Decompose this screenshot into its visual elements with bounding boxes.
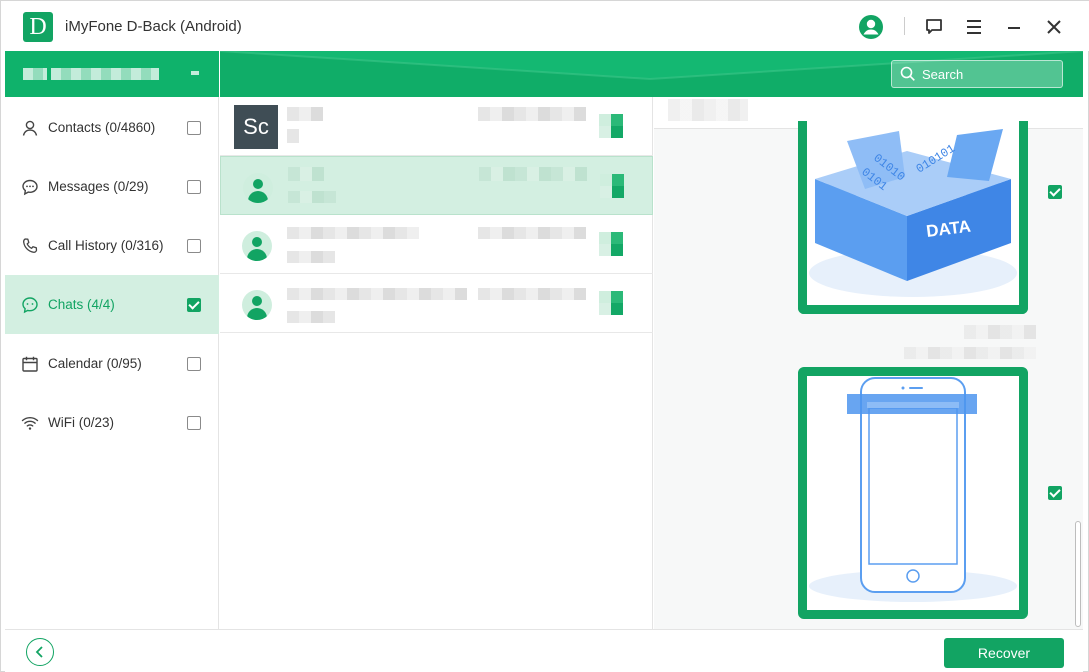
contacts-checkbox[interactable] <box>187 120 201 135</box>
chat-date-redacted <box>478 107 586 121</box>
calendar-checkbox[interactable] <box>187 356 201 371</box>
preview-scrollbar[interactable] <box>1075 521 1081 627</box>
chat-date-redacted <box>478 288 586 300</box>
contact-icon <box>21 119 39 137</box>
message-count-badge <box>599 232 623 256</box>
wifi-icon <box>21 414 39 432</box>
minimize-icon[interactable] <box>1000 13 1028 41</box>
menu-icon[interactable] <box>960 13 988 41</box>
messages-checkbox[interactable] <box>187 179 201 194</box>
preview-title-redacted <box>668 99 748 121</box>
device-name-redacted <box>51 68 159 80</box>
title-bar: D iMyFone D-Back (Android) <box>1 1 1089 51</box>
message-count-badge <box>600 174 624 198</box>
app-window: D iMyFone D-Back (Android) Search Contac… <box>0 0 1089 672</box>
avatar <box>242 290 272 320</box>
footer-bar: Recover <box>5 629 1083 672</box>
chat-row[interactable]: Sc <box>220 97 653 156</box>
search-input[interactable] <box>922 66 1052 82</box>
message-time-redacted <box>904 347 1036 359</box>
close-icon[interactable] <box>1040 13 1068 41</box>
phone-illustration <box>809 377 1017 602</box>
call-history-checkbox[interactable] <box>187 238 201 253</box>
feedback-icon[interactable] <box>920 13 948 41</box>
message-count-badge <box>599 114 623 138</box>
back-button[interactable] <box>26 638 54 666</box>
image-checkbox[interactable] <box>1048 486 1062 500</box>
data-box-image[interactable]: 01010 0101 010101 DATA <box>798 121 1028 314</box>
sidebar-item-contacts[interactable]: Contacts (0/4860) <box>5 98 219 157</box>
sidebar-item-wifi[interactable]: WiFi (0/23) <box>5 393 219 452</box>
title-bar-separator <box>904 17 905 35</box>
sidebar-item-label: Calendar (0/95) <box>48 356 142 371</box>
chat-row[interactable] <box>220 274 653 333</box>
device-name-redacted <box>23 68 47 80</box>
chat-date-redacted <box>478 227 586 239</box>
chat-preview-redacted <box>287 311 335 323</box>
chat-preview-redacted <box>287 129 299 143</box>
avatar: Sc <box>234 105 278 149</box>
user-account-icon[interactable] <box>857 13 885 41</box>
chat-list: Sc <box>220 97 653 629</box>
sidebar-item-label: Contacts (0/4860) <box>48 120 156 135</box>
sidebar-item-label: Call History (0/316) <box>48 238 164 253</box>
app-logo: D <box>23 12 53 42</box>
chat-icon <box>21 296 39 314</box>
chat-row[interactable] <box>220 215 653 274</box>
avatar <box>242 231 272 261</box>
search-box[interactable] <box>891 60 1063 88</box>
sidebar-item-chats[interactable]: Chats (4/4) <box>5 275 219 334</box>
category-sidebar: Contacts (0/4860) Messages (0/29) Call H… <box>5 97 219 629</box>
message-icon <box>21 178 39 196</box>
sidebar-item-messages[interactable]: Messages (0/29) <box>5 157 219 216</box>
message-sender-redacted <box>964 325 1036 339</box>
image-checkbox[interactable] <box>1048 185 1062 199</box>
chat-preview-redacted <box>288 191 336 203</box>
device-header <box>5 51 219 97</box>
device-dropdown-marker[interactable] <box>191 71 199 75</box>
chats-checkbox[interactable] <box>187 297 201 312</box>
sidebar-item-label: WiFi (0/23) <box>48 415 115 430</box>
chat-date-redacted <box>479 167 587 181</box>
message-count-badge <box>599 291 623 315</box>
sidebar-item-call-history[interactable]: Call History (0/316) <box>5 216 219 275</box>
app-title: iMyFone D-Back (Android) <box>65 18 242 35</box>
chat-preview-pane: 01010 0101 010101 DATA <box>654 97 1083 629</box>
chevron-left-icon <box>35 646 43 658</box>
chat-row[interactable] <box>220 156 653 215</box>
sidebar-item-calendar[interactable]: Calendar (0/95) <box>5 334 219 393</box>
search-icon <box>900 66 915 81</box>
chat-name-redacted <box>288 167 324 181</box>
chat-name-redacted <box>287 288 467 300</box>
sidebar-item-label: Chats (4/4) <box>48 297 115 312</box>
phone-icon <box>21 237 39 255</box>
calendar-icon <box>21 355 39 373</box>
recover-button[interactable]: Recover <box>944 638 1064 668</box>
data-box-illustration: 01010 0101 010101 DATA <box>809 129 1017 297</box>
chat-name-redacted <box>287 227 419 239</box>
wifi-checkbox[interactable] <box>187 415 201 430</box>
phone-image[interactable] <box>798 367 1028 619</box>
chat-name-redacted <box>287 107 323 121</box>
chat-preview-redacted <box>287 251 335 263</box>
avatar <box>243 173 273 203</box>
sidebar-item-label: Messages (0/29) <box>48 179 149 194</box>
